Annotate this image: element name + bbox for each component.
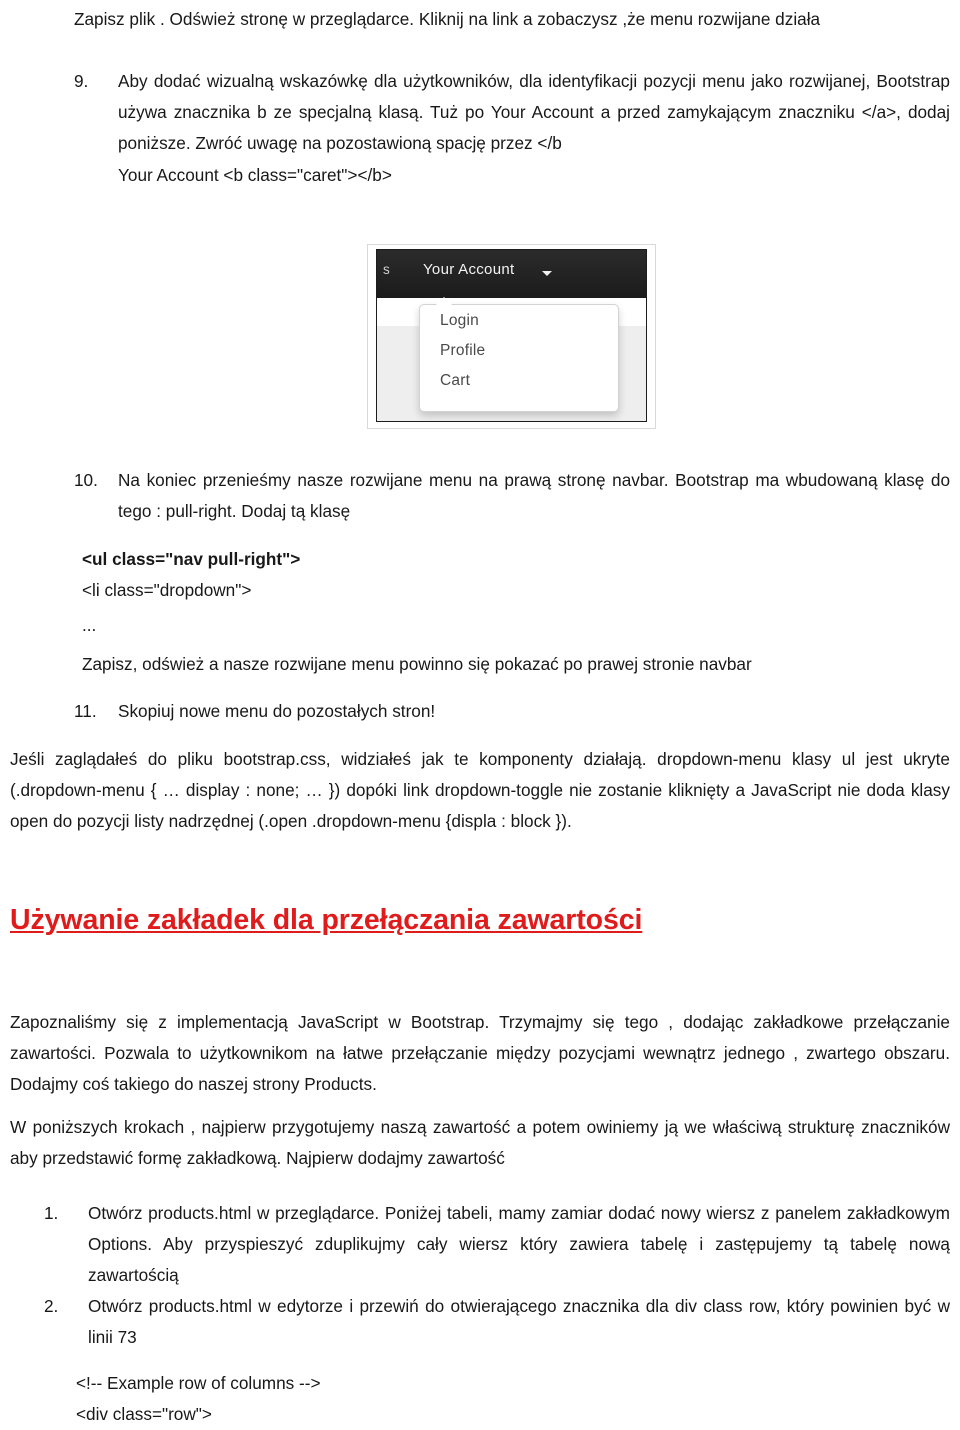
list-item-step-1-number: 1. (44, 1203, 59, 1223)
list-item-10: 10. Na koniec przenieśmy nasze rozwijane… (74, 465, 950, 527)
code-line-div-row: <div class="row"> (76, 1404, 212, 1424)
screenshot-page-body: Login Profile Cart (377, 295, 646, 421)
code-line-li-dropdown: <li class="dropdown"> (82, 580, 252, 600)
tabs-paragraph-1: Zapoznaliśmy się z implementacją JavaScr… (10, 1012, 950, 1094)
navbar-your-account-link[interactable]: Your Account (423, 262, 514, 277)
item10-after-code-text: Zapisz, odśwież a nasze rozwijane menu p… (82, 654, 752, 674)
list-item-9-number: 9. (74, 71, 89, 91)
list-item-10-number: 10. (74, 470, 98, 490)
intro-paragraph: Zapisz plik . Odśwież stronę w przegląda… (74, 9, 821, 29)
screenshot-navbar: s Your Account (377, 250, 646, 298)
dropdown-arrow-icon (436, 297, 452, 305)
tabs-paragraph-2: W poniższych krokach , najpierw przygotu… (10, 1117, 950, 1168)
code-line-ellipsis: ... (82, 615, 97, 635)
code-line-ul-nav-pull-right: <ul class="nav pull-right"> (82, 549, 301, 569)
caret-down-icon (542, 271, 552, 276)
dropdown-item-cart[interactable]: Cart (440, 373, 470, 389)
dropdown-screenshot-figure: s Your Account Login Profile Cart (368, 245, 655, 428)
dropdown-item-profile[interactable]: Profile (440, 343, 485, 359)
list-item-11-text: Skopiuj nowe menu do pozostałych stron! (118, 701, 436, 721)
navbar-truncated-label: s (383, 262, 390, 277)
list-item-step-1: 1. Otwórz products.html w przeglądarce. … (44, 1198, 950, 1291)
code-line-caret: Your Account <b class="caret"></b> (118, 165, 392, 185)
page-section-heading: Używanie zakładek dla przełączania zawar… (10, 904, 643, 936)
list-item-step-2: 2. Otwórz products.html w edytorze i prz… (44, 1291, 950, 1353)
screenshot-frame: s Your Account Login Profile Cart (376, 249, 647, 422)
dropdown-item-login[interactable]: Login (440, 313, 479, 329)
list-item-step-2-number: 2. (44, 1296, 59, 1316)
list-item-step-1-text: Otwórz products.html w przeglądarce. Pon… (88, 1203, 950, 1285)
list-item-9-text: Aby dodać wizualną wskazówkę dla użytkow… (118, 71, 950, 153)
dropdown-menu-panel: Login Profile Cart (419, 295, 619, 412)
list-item-9: 9. Aby dodać wizualną wskazówkę dla użyt… (74, 66, 950, 159)
css-explanation-paragraph: Jeśli zaglądałeś do pliku bootstrap.css,… (10, 749, 950, 831)
list-item-10-text: Na koniec przenieśmy nasze rozwijane men… (118, 470, 950, 521)
code-line-example-row-comment: <!-- Example row of columns --> (76, 1373, 321, 1393)
list-item-11-number: 11. (74, 701, 97, 721)
document-page: Zapisz plik . Odśwież stronę w przegląda… (0, 0, 960, 1424)
list-item-step-2-text: Otwórz products.html w edytorze i przewi… (88, 1296, 950, 1347)
list-item-11: 11. Skopiuj nowe menu do pozostałych str… (74, 696, 950, 727)
